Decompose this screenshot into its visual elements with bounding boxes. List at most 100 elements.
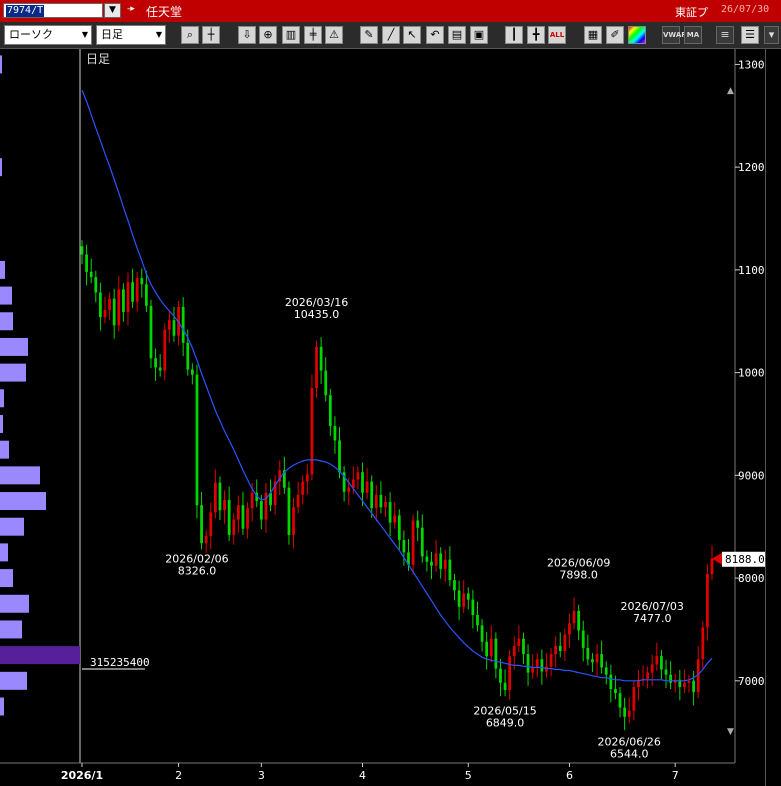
candle-body	[411, 520, 415, 565]
volume-profile-bar	[0, 414, 3, 433]
pencil-icon[interactable]: ✎	[360, 26, 378, 44]
symbol-input[interactable]: 7974/T	[3, 3, 103, 18]
candle-body	[453, 580, 456, 591]
symbol-dropdown-button[interactable]: ▼	[104, 3, 121, 18]
current-date: 26/07/30	[721, 4, 770, 15]
candle-body	[614, 689, 617, 694]
candle-body	[204, 535, 208, 544]
candle-body	[131, 282, 134, 302]
vwap-icon[interactable]: VWAP	[662, 26, 686, 44]
candle-body	[568, 623, 571, 635]
x-tick-label: 2	[175, 769, 182, 782]
candle-body	[112, 298, 116, 326]
candle-body	[145, 284, 148, 306]
candle-body	[485, 641, 489, 657]
memo-icon[interactable]: ▤	[448, 26, 466, 44]
bar-compare-icon[interactable]: ▥	[282, 26, 300, 44]
candle-body	[701, 627, 705, 660]
candle-body	[526, 654, 530, 673]
candle-body	[122, 289, 125, 312]
vertical-scrollbar[interactable]	[765, 49, 781, 786]
volume-profile-bar	[0, 158, 2, 177]
period-select[interactable]: 日足 ▼	[96, 25, 166, 45]
volume-profile-bar	[0, 569, 13, 588]
scroll-up-icon[interactable]: ▲	[727, 86, 734, 96]
candle-body	[310, 388, 314, 475]
candle-body	[218, 482, 222, 511]
annotation-price: 10435.0	[294, 308, 340, 321]
candle-body	[99, 292, 102, 318]
y-tick-label: 8000.0	[738, 572, 765, 585]
candle-body	[85, 254, 88, 272]
settings-icon[interactable]: ▾	[764, 26, 779, 44]
candle-body	[209, 512, 213, 536]
search-icon[interactable]: ⌕	[181, 26, 199, 44]
candle-body	[292, 507, 295, 535]
line-tool-icon[interactable]: ╱	[382, 26, 400, 44]
candle-body	[535, 659, 539, 668]
volume-candle-icon[interactable]: ╋	[527, 26, 545, 44]
crosshair-icon[interactable]: ┼	[202, 26, 220, 44]
chart-background	[0, 49, 735, 786]
candle-body	[604, 667, 608, 675]
undo-icon[interactable]: ↶	[426, 26, 444, 44]
candle-body	[494, 638, 498, 669]
candle-icon[interactable]: ┃	[505, 26, 523, 44]
candle-body	[650, 664, 654, 673]
volume-profile-bar	[0, 260, 5, 279]
candle-body	[572, 610, 576, 624]
candle-body	[600, 654, 604, 668]
volume-profile-bar	[0, 594, 29, 613]
texture-icon[interactable]: ▦	[584, 26, 602, 44]
ma-icon[interactable]: MA	[684, 26, 702, 44]
save-icon[interactable]: ▣	[470, 26, 488, 44]
all-icon[interactable]: ALL	[548, 26, 566, 44]
candle-body	[425, 556, 429, 562]
volume-profile-bar	[0, 697, 4, 716]
price-axis: 13000.0 12000.0 11000.0 10000.0 9000.0 8000.0…	[735, 58, 765, 688]
scroll-down-icon[interactable]: ▼	[727, 727, 734, 737]
candle-body	[135, 278, 139, 302]
candle-body	[581, 630, 585, 648]
color-icon[interactable]	[628, 26, 646, 44]
symbol-value: 7974/T	[6, 5, 45, 17]
candle-body	[347, 487, 351, 492]
candle-body	[200, 505, 203, 544]
y-tick-label: 10000.0	[738, 367, 765, 380]
candle-body	[522, 638, 525, 655]
candle-body	[471, 599, 475, 616]
candle-body	[706, 573, 709, 628]
period-value: 日足	[101, 28, 123, 41]
candle-body	[94, 277, 98, 293]
candle-body	[430, 561, 433, 566]
y-tick-label: 7000.0	[738, 675, 765, 688]
candle-body	[443, 559, 447, 569]
list-icon[interactable]: ☰	[741, 26, 759, 44]
candle-body	[80, 246, 84, 255]
zoom-icon[interactable]: ⊕	[259, 26, 277, 44]
period-label: 日足	[86, 52, 110, 66]
candle-body	[669, 674, 672, 683]
candle-body	[117, 289, 121, 326]
pointer-icon[interactable]: ↖	[403, 26, 421, 44]
company-nav-icon[interactable]: -▸	[127, 4, 135, 14]
x-tick-label: 2026/1	[61, 769, 103, 782]
candle-body	[388, 502, 392, 523]
company-name: 任天堂	[146, 5, 183, 19]
candle-body	[466, 593, 470, 600]
candle-body	[319, 346, 323, 371]
volume-profile-bar	[0, 286, 12, 305]
menu-icon[interactable]: ≡	[716, 26, 734, 44]
candlestick-chart[interactable]: 日足 ▲ ▼ 13000.0 12000.0 11000.0 10000.0 9000.…	[0, 49, 765, 786]
candle-body	[632, 686, 636, 711]
toolbar: ローソク ▼ 日足 ▼ ⌕ ┼ ⇩ ⊕ ▥ ╪ ⚠ ✎ ╱ ↖ ↶ ▤ ▣ ┃ …	[0, 22, 781, 49]
title-bar: 7974/T ▼ -▸ 任天堂 東証プ 26/07/30	[0, 0, 781, 22]
candle-body	[140, 278, 144, 285]
chart-style-select[interactable]: ローソク ▼	[4, 25, 92, 45]
candle-body	[489, 638, 493, 657]
warning-icon[interactable]: ⚠	[325, 26, 343, 44]
pen-icon[interactable]: ✐	[606, 26, 624, 44]
split-icon[interactable]: ╪	[304, 26, 322, 44]
down-arrow-icon[interactable]: ⇩	[238, 26, 256, 44]
annotation-price: 7477.0	[633, 612, 672, 625]
